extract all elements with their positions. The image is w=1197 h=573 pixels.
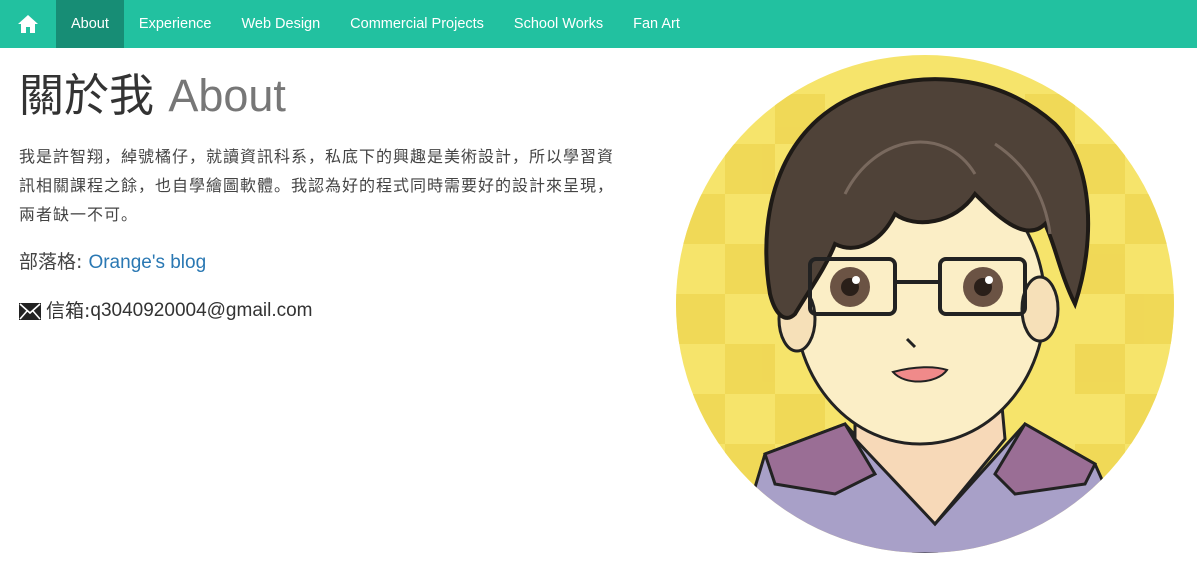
email-label: 信箱: xyxy=(46,300,91,322)
nav-item-commercial-projects[interactable]: Commercial Projects xyxy=(335,0,499,48)
page-title: 關於我 About xyxy=(19,70,629,122)
nav-item-web-design[interactable]: Web Design xyxy=(226,0,335,48)
avatar-illustration xyxy=(676,55,1174,553)
blog-line: 部落格: Orange's blog xyxy=(19,249,629,276)
page-title-zh: 關於我 xyxy=(19,69,155,122)
bio-text: 我是許智翔，綽號橘仔，就讀資訊科系，私底下的興趣是美術設計，所以學習資訊相關課程… xyxy=(19,147,615,224)
page-title-en: About xyxy=(168,70,286,121)
nav-item-fan-art[interactable]: Fan Art xyxy=(618,0,695,48)
nav-item-school-works[interactable]: School Works xyxy=(499,0,618,48)
nav-home-button[interactable] xyxy=(0,0,56,48)
email-line: 信箱: q3040920004@gmail.com xyxy=(19,298,629,324)
about-section: 關於我 About 我是許智翔，綽號橘仔，就讀資訊科系，私底下的興趣是美術設計，… xyxy=(19,58,629,324)
blog-link[interactable]: Orange's blog xyxy=(88,252,206,273)
home-icon xyxy=(18,15,38,33)
top-navbar: About Experience Web Design Commercial P… xyxy=(0,0,1197,48)
avatar xyxy=(675,54,1175,554)
envelope-icon xyxy=(19,302,41,320)
blog-label: 部落格: xyxy=(19,251,89,273)
nav-item-about[interactable]: About xyxy=(56,0,124,48)
nav-item-experience[interactable]: Experience xyxy=(124,0,227,48)
email-address: q3040920004@gmail.com xyxy=(90,300,313,321)
